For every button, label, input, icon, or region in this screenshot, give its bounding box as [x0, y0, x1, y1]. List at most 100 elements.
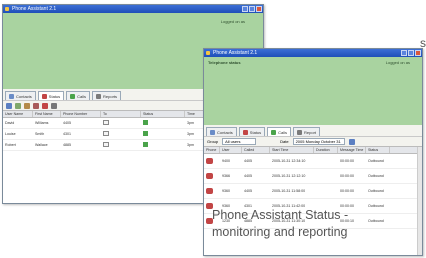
- vertical-scrollbar[interactable]: [417, 147, 422, 255]
- cell-user: 9366: [222, 174, 230, 178]
- back-window-title: Phone Assistant 2.1: [12, 6, 57, 12]
- cell-phone: 4405: [63, 121, 71, 125]
- phone-icon: [206, 172, 213, 179]
- cell-message-time: 00:00:00: [340, 189, 354, 193]
- status-online-icon: [143, 120, 148, 125]
- column-header[interactable]: Status: [141, 111, 185, 117]
- close-icon[interactable]: [256, 6, 262, 12]
- front-window-title: Phone Assistant 2.1: [213, 50, 258, 56]
- column-header[interactable]: User: [220, 147, 242, 153]
- minimize-icon[interactable]: [401, 50, 407, 56]
- maximize-icon[interactable]: [408, 50, 414, 56]
- tab-label: Reports: [103, 93, 118, 99]
- cell-first-name: Wallace: [35, 143, 48, 147]
- front-grid-header: Phone User Called Start Time Duration Me…: [204, 147, 422, 154]
- cell-status: Outbound: [368, 189, 384, 193]
- column-header[interactable]: Called: [242, 147, 270, 153]
- phone-icon: [206, 157, 213, 164]
- tab-label: Contacts: [217, 129, 233, 135]
- refresh-icon[interactable]: [6, 102, 12, 109]
- tab-status[interactable]: Status: [238, 127, 266, 136]
- window-controls: [242, 6, 262, 12]
- calls-icon: [70, 93, 76, 99]
- date-picker[interactable]: 2005 Monday October 31: [292, 138, 345, 145]
- close-icon[interactable]: [415, 50, 421, 56]
- cell-user: 9400: [222, 159, 230, 163]
- cell-first-name: Williams: [35, 121, 49, 125]
- calendar-icon[interactable]: [348, 138, 355, 145]
- front-header-name: Telephone status: [208, 60, 241, 65]
- tab-reports[interactable]: Reports: [92, 91, 122, 100]
- tab-calls[interactable]: Calls: [267, 127, 292, 136]
- status-icon: [242, 129, 248, 135]
- cell-user: Robert: [5, 143, 16, 147]
- calls-icon: [271, 129, 277, 135]
- app-icon: [5, 7, 9, 11]
- cell-phone: 4301: [63, 132, 71, 136]
- column-header[interactable]: Message Time: [338, 147, 366, 153]
- column-header[interactable]: First Name: [33, 111, 61, 117]
- cell-start-time: 2005-10-31 12:34:10: [272, 159, 306, 163]
- app-icon: [206, 51, 210, 55]
- front-window-titlebar[interactable]: Phone Assistant 2.1: [204, 49, 422, 57]
- cell-phone: 4885: [63, 143, 71, 147]
- column-header[interactable]: Phone: [204, 147, 220, 153]
- message-icon: [103, 142, 109, 147]
- tab-contacts[interactable]: Contacts: [5, 91, 36, 100]
- phone-icon[interactable]: [42, 102, 48, 109]
- cell-user: 9360: [222, 189, 230, 193]
- message-icon: [103, 120, 109, 125]
- tab-label: Status: [249, 129, 262, 135]
- table-row[interactable]: 9360 4405 2005-10-31 11:58:00 00:00:00 O…: [204, 184, 422, 199]
- front-logged-on: Logged on as: [385, 60, 410, 65]
- message-icon: [103, 131, 109, 136]
- window-controls: [401, 50, 421, 56]
- delete-icon[interactable]: [33, 102, 39, 109]
- back-window-titlebar[interactable]: Phone Assistant 2.1: [3, 5, 263, 13]
- phone-icon: [206, 187, 213, 194]
- cell-status: Outbound: [368, 159, 384, 163]
- column-header[interactable]: Phone Number: [61, 111, 101, 117]
- tab-calls[interactable]: Calls: [66, 91, 91, 100]
- table-row[interactable]: 9366 4405 2005-10-31 12:12:10 00:00:00 O…: [204, 169, 422, 184]
- contacts-icon: [210, 129, 215, 135]
- column-header[interactable]: Start Time: [270, 147, 314, 153]
- tab-label: Calls: [278, 129, 288, 135]
- status-icon: [41, 93, 47, 99]
- column-header[interactable]: User Name: [3, 111, 33, 117]
- report-icon: [297, 129, 303, 135]
- caption-line-1: Phone Assistant Status -: [212, 208, 349, 222]
- cell-status: Outbound: [368, 174, 384, 178]
- cell-message-time: 00:00:00: [340, 159, 354, 163]
- tab-report[interactable]: Report: [293, 127, 321, 136]
- tab-label: Report: [304, 129, 317, 135]
- tab-status[interactable]: Status: [37, 91, 65, 100]
- status-online-icon: [143, 142, 148, 147]
- back-logged-on: Logged on as: [220, 19, 245, 24]
- front-tab-bar: Contacts Status Calls Report: [204, 125, 422, 136]
- column-header[interactable]: Duration: [314, 147, 338, 153]
- filter-label: Group: [207, 139, 219, 144]
- edge-text: s: [420, 36, 426, 50]
- print-icon[interactable]: [51, 102, 57, 109]
- minimize-icon[interactable]: [242, 6, 248, 12]
- edit-icon[interactable]: [24, 102, 30, 109]
- status-online-icon: [143, 131, 148, 136]
- tab-contacts[interactable]: Contacts: [206, 127, 237, 136]
- caption-line-2: monitoring and reporting: [212, 225, 348, 239]
- cell-user: David: [5, 121, 15, 125]
- maximize-icon[interactable]: [249, 6, 255, 12]
- tab-label: Status: [48, 93, 61, 99]
- column-header[interactable]: To: [101, 111, 141, 117]
- add-icon[interactable]: [15, 102, 21, 109]
- caption: Phone Assistant Status - monitoring and …: [212, 207, 382, 241]
- cell-start-time: 2005-10-31 11:58:00: [272, 189, 306, 193]
- cell-start-time: 2005-10-31 12:12:10: [272, 174, 306, 178]
- group-select[interactable]: All users: [222, 138, 257, 145]
- cell-called: 4405: [244, 189, 252, 193]
- cell-message-time: 00:00:00: [340, 174, 354, 178]
- column-header[interactable]: Status: [366, 147, 390, 153]
- table-row[interactable]: 9400 4405 2005-10-31 12:34:10 00:00:00 O…: [204, 154, 422, 169]
- contacts-icon: [9, 93, 14, 99]
- front-header-panel: Telephone status Logged on as: [204, 57, 422, 125]
